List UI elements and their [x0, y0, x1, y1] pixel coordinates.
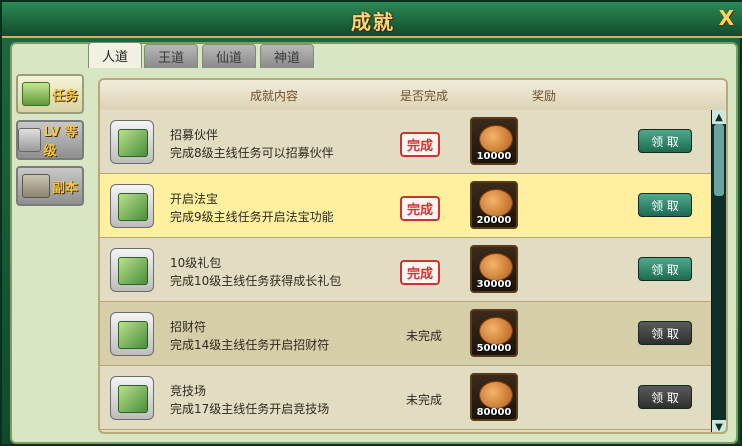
scroll-icon	[110, 376, 154, 420]
completed-stamp: 完成	[400, 132, 441, 157]
header-content: 成就内容	[250, 89, 299, 103]
tab-rendao[interactable]: 人道	[88, 42, 142, 68]
tab-xiandao[interactable]: 仙道	[202, 44, 256, 68]
reward-box: 30000	[470, 245, 518, 293]
header-status: 是否完成	[400, 89, 449, 103]
completed-stamp: 完成	[400, 260, 441, 285]
reward-box: 10000	[470, 117, 518, 165]
incomplete-status: 未完成	[406, 393, 443, 407]
scroll-icon	[110, 248, 154, 292]
table-header: 成就内容 是否完成 奖励	[100, 80, 726, 111]
table-row: 开启法宝 完成9级主线任务开启法宝功能 完成 20000 领 取	[100, 174, 712, 238]
scroll-down-icon[interactable]: ▼	[712, 420, 726, 432]
title-bar: 成就 X	[2, 2, 742, 38]
achievement-desc: 完成14级主线任务开启招财符	[170, 338, 330, 352]
reward-box: 50000	[470, 309, 518, 357]
content-area: 任务 LV 等级 副本 人道 王道 仙道 神道 成就内容 是否完成 奖励 招募伙…	[10, 42, 738, 444]
achievement-desc: 完成10级主线任务获得成长礼包	[170, 274, 342, 288]
achievement-panel: 成就内容 是否完成 奖励 招募伙伴 完成8级主线任务可以招募伙伴 完成 1000…	[98, 78, 728, 434]
claim-button[interactable]: 领 取	[638, 321, 692, 345]
scroll-icon	[110, 120, 154, 164]
claim-button[interactable]: 领 取	[638, 193, 692, 217]
scrollbar[interactable]: ▲ ▼	[711, 110, 726, 432]
achievement-desc: 完成17级主线任务开启竞技场	[170, 402, 330, 416]
side-tab-label: 任务	[51, 88, 78, 104]
coin-icon	[479, 381, 513, 409]
dungeon-icon	[21, 174, 50, 198]
scroll-thumb[interactable]	[714, 124, 724, 196]
reward-amount: 30000	[476, 279, 512, 290]
side-tab-level[interactable]: LV 等级	[16, 120, 84, 160]
table-row: 10级礼包 完成10级主线任务获得成长礼包 完成 30000 领 取	[100, 238, 712, 302]
achievement-name: 10级礼包	[170, 256, 222, 270]
side-tab-label: 副本	[51, 180, 78, 196]
scroll-icon	[110, 184, 154, 228]
achievement-desc: 完成8级主线任务可以招募伙伴	[170, 146, 334, 160]
achievement-name: 竞技场	[170, 384, 207, 398]
side-tab-task[interactable]: 任务	[16, 74, 84, 114]
achievement-name: 招募伙伴	[170, 128, 219, 142]
tab-shendao[interactable]: 神道	[260, 44, 314, 68]
coin-icon	[479, 317, 513, 345]
level-icon	[18, 128, 42, 152]
claim-button[interactable]: 领 取	[638, 385, 692, 409]
scroll-icon	[21, 82, 50, 106]
table-row: 招财符 完成14级主线任务开启招财符 未完成 50000 领 取	[100, 302, 712, 366]
reward-amount: 10000	[476, 151, 512, 162]
coin-icon	[479, 253, 513, 281]
incomplete-status: 未完成	[406, 329, 443, 343]
coin-icon	[479, 125, 513, 153]
table-row: 招募伙伴 完成8级主线任务可以招募伙伴 完成 10000 领 取	[100, 110, 712, 174]
header-reward: 奖励	[532, 89, 557, 103]
achievement-desc: 完成9级主线任务开启法宝功能	[170, 210, 334, 224]
achievement-name: 招财符	[170, 320, 207, 334]
achievement-window: 成就 X 任务 LV 等级 副本 人道 王道 仙道 神道 成就内容 是否完成 奖…	[0, 0, 742, 446]
window-title: 成就	[351, 10, 395, 34]
achievement-name: 开启法宝	[170, 192, 219, 206]
scroll-up-icon[interactable]: ▲	[712, 110, 726, 124]
close-button[interactable]: X	[719, 6, 734, 30]
reward-amount: 50000	[476, 343, 512, 354]
reward-box: 20000	[470, 181, 518, 229]
coin-icon	[479, 189, 513, 217]
claim-button[interactable]: 领 取	[638, 129, 692, 153]
side-tab-label: LV 等级	[43, 125, 78, 159]
table-row: 竞技场 完成17级主线任务开启竞技场 未完成 80000 领 取	[100, 366, 712, 430]
reward-amount: 20000	[476, 215, 512, 226]
scroll-icon	[110, 312, 154, 356]
completed-stamp: 完成	[400, 196, 441, 221]
side-tab-dungeon[interactable]: 副本	[16, 166, 84, 206]
reward-amount: 80000	[476, 407, 512, 418]
reward-box: 80000	[470, 373, 518, 421]
tab-wangdao[interactable]: 王道	[144, 44, 198, 68]
claim-button[interactable]: 领 取	[638, 257, 692, 281]
